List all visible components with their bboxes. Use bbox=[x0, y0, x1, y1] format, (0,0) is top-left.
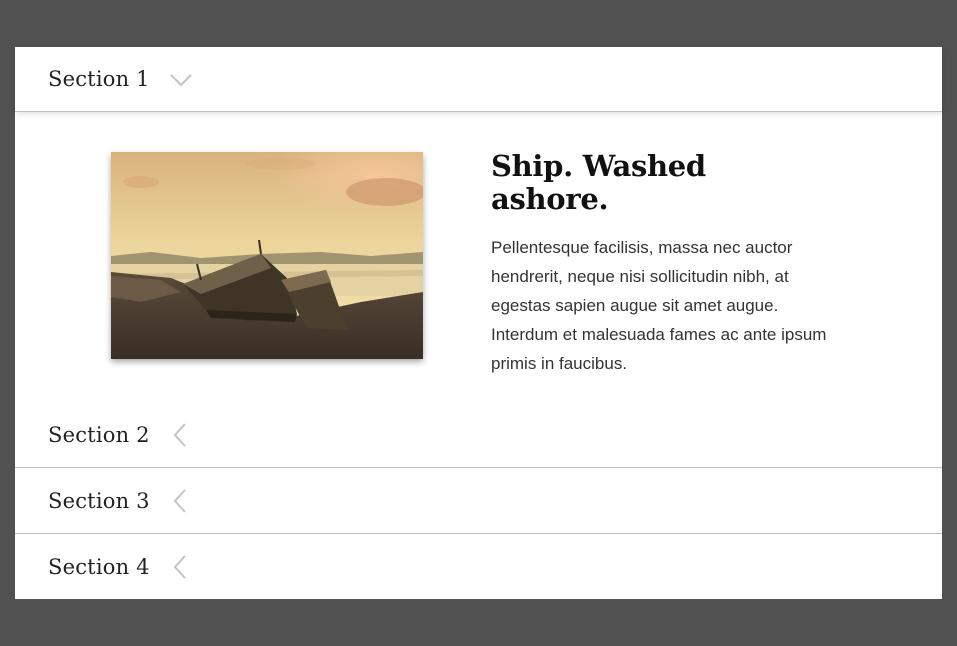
section-2-label: Section 2 bbox=[48, 422, 150, 447]
section-1-label: Section 1 bbox=[48, 67, 150, 91]
content-title: Ship. Washed ashore. bbox=[491, 149, 706, 217]
section-1-content: Ship. Washed ashore. Pellentesque facili… bbox=[15, 112, 942, 402]
shipwreck-image bbox=[111, 152, 423, 359]
chevron-left-icon[interactable] bbox=[168, 488, 194, 514]
section-1-text-block: Ship. Washed ashore. Pellentesque facili… bbox=[491, 149, 831, 378]
chevron-left-icon[interactable] bbox=[168, 554, 194, 580]
chevron-left-icon[interactable] bbox=[168, 422, 194, 448]
section-4-label: Section 4 bbox=[48, 554, 150, 579]
section-1-header[interactable]: Section 1 bbox=[15, 47, 942, 112]
section-4-header[interactable]: Section 4 bbox=[15, 534, 942, 599]
accordion: Section 1 Ship. Washed ashore. Pellentes… bbox=[15, 47, 942, 599]
section-2-header[interactable]: Section 2 bbox=[15, 402, 942, 467]
section-3-label: Section 3 bbox=[48, 488, 150, 513]
chevron-down-icon[interactable] bbox=[168, 66, 194, 92]
section-3-header[interactable]: Section 3 bbox=[15, 468, 942, 533]
content-paragraph: Pellentesque facilisis, massa nec auctor… bbox=[491, 237, 827, 373]
